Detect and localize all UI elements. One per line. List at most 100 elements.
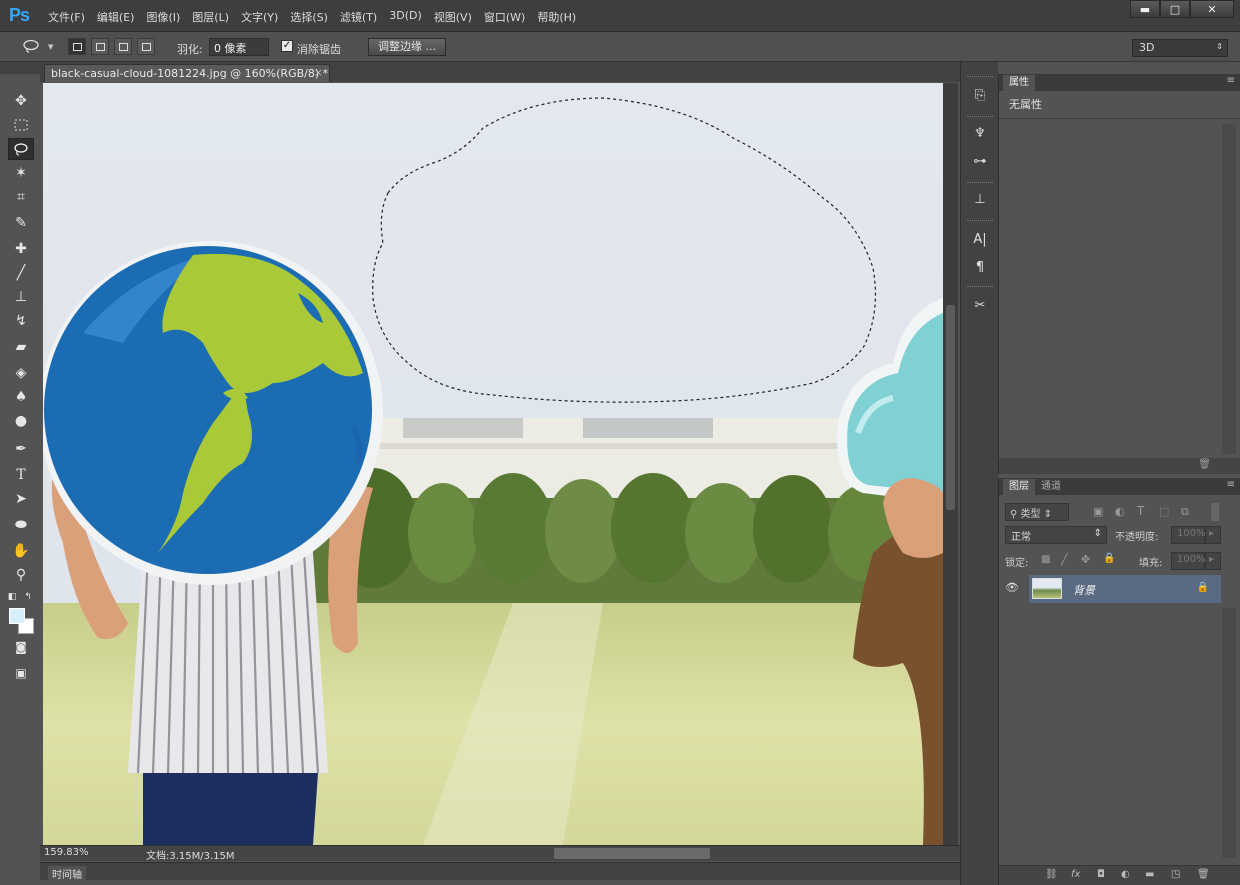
dodge-tool-icon[interactable]: ● <box>8 410 34 432</box>
menu-view[interactable]: 视图(V) <box>434 9 472 25</box>
menu-select[interactable]: 选择(S) <box>290 9 328 25</box>
link-layers-icon[interactable]: ⛓ <box>1045 869 1058 880</box>
menu-image[interactable]: 图像(I) <box>146 9 180 25</box>
marquee-tool-icon[interactable] <box>8 114 34 136</box>
subtract-selection-button[interactable] <box>114 38 132 55</box>
document-tab[interactable]: black-casual-cloud-1081224.jpg @ 160%(RG… <box>44 64 330 82</box>
new-adjustment-layer-icon[interactable]: ◐ <box>1121 869 1130 880</box>
hand-tool-icon[interactable]: ✋ <box>8 540 34 562</box>
filter-pixel-icon[interactable]: ▣ <box>1093 505 1103 518</box>
eyedropper-tool-icon[interactable]: ✎ <box>8 212 34 234</box>
menu-edit[interactable]: 编辑(E) <box>97 9 135 25</box>
antialias-checkbox[interactable]: ✓ <box>281 40 293 52</box>
add-mask-icon[interactable]: ◘ <box>1097 869 1105 880</box>
lock-all-icon[interactable]: 🔒 <box>1103 553 1115 564</box>
tab-layers[interactable]: 图层 <box>1003 479 1035 495</box>
opacity-input[interactable]: 100% <box>1171 526 1206 544</box>
add-selection-button[interactable] <box>91 38 109 55</box>
layer-style-fx-icon[interactable]: fx <box>1071 869 1080 880</box>
menu-file[interactable]: 文件(F) <box>48 9 85 25</box>
history-panel-icon[interactable]: ⎘ <box>967 84 993 106</box>
properties-scrollbar[interactable] <box>1222 124 1236 454</box>
filter-smart-object-icon[interactable]: ⧉ <box>1181 505 1189 519</box>
delete-layer-icon[interactable]: 🗑 <box>1197 869 1210 880</box>
ellipse-tool-icon[interactable]: ⬬ <box>8 514 34 536</box>
pen-tool-icon[interactable]: ✒ <box>8 438 34 460</box>
filter-adjustment-icon[interactable]: ◐ <box>1115 505 1125 518</box>
intersect-selection-button[interactable] <box>137 38 155 55</box>
new-group-icon[interactable]: ▬ <box>1145 869 1154 880</box>
maximize-button[interactable]: □ <box>1160 0 1190 18</box>
layers-scrollbar[interactable] <box>1222 608 1236 858</box>
minimize-button[interactable]: ▬ <box>1130 0 1160 18</box>
document-canvas[interactable] <box>43 83 943 845</box>
screen-mode-icon[interactable]: ▣ <box>8 662 34 684</box>
move-tool-icon[interactable]: ✥ <box>8 90 34 112</box>
filter-shape-icon[interactable]: ⬚ <box>1159 505 1169 518</box>
layer-visibility-eye-icon[interactable]: 👁 <box>1005 581 1021 595</box>
layer-row-background[interactable]: 背景 🔒 <box>1029 575 1221 603</box>
filter-type-icon[interactable]: T <box>1137 504 1144 518</box>
tab-channels[interactable]: 通道 <box>1035 479 1067 495</box>
brush-tool-icon[interactable]: ╱ <box>8 262 34 284</box>
menu-window[interactable]: 窗口(W) <box>484 9 525 25</box>
close-tab-icon[interactable]: × <box>314 66 323 79</box>
paragraph-panel-icon[interactable]: ¶ <box>967 256 993 278</box>
layers-panel-menu-icon[interactable]: ≡ <box>1227 479 1235 490</box>
menu-layer[interactable]: 图层(L) <box>192 9 229 25</box>
adjustments-icon[interactable]: ⊶ <box>967 150 993 172</box>
healing-tool-icon[interactable]: ✚ <box>8 238 34 260</box>
menu-3d[interactable]: 3D(D) <box>389 9 422 25</box>
character-panel-icon[interactable]: A| <box>967 228 993 250</box>
zoom-level[interactable]: 159.83% <box>44 847 89 858</box>
brush-presets-icon[interactable]: ♆ <box>967 122 993 144</box>
lock-pixels-icon[interactable]: ╱ <box>1061 553 1068 566</box>
magic-wand-tool-icon[interactable]: ✶ <box>8 162 34 184</box>
timeline-tab[interactable]: 时间轴 <box>48 866 86 881</box>
lasso-tool-icon[interactable] <box>8 138 34 160</box>
tool-presets-icon[interactable]: ✂ <box>967 294 993 316</box>
panel-menu-icon[interactable]: ≡ <box>1227 75 1235 86</box>
color-swatches[interactable] <box>6 606 34 634</box>
fill-input[interactable]: 100% <box>1171 552 1206 570</box>
zoom-tool-icon[interactable]: ⚲ <box>8 564 34 586</box>
filter-toggle[interactable] <box>1211 503 1219 521</box>
menu-filter[interactable]: 滤镜(T) <box>340 9 377 25</box>
close-window-button[interactable]: ✕ <box>1190 0 1234 18</box>
layer-name[interactable]: 背景 <box>1073 582 1095 598</box>
menu-help[interactable]: 帮助(H) <box>537 9 576 25</box>
canvas-vertical-scrollbar[interactable] <box>943 83 958 845</box>
new-layer-icon[interactable]: ◳ <box>1171 869 1180 880</box>
new-selection-button[interactable] <box>68 38 86 55</box>
crop-tool-icon[interactable]: ⌗ <box>8 186 34 208</box>
type-tool-icon[interactable]: T <box>8 464 34 486</box>
swap-colors-icon[interactable]: ↰ <box>22 586 34 608</box>
clone-source-icon[interactable]: ⊥ <box>967 188 993 210</box>
preset-dropdown-icon[interactable]: ▼ <box>48 43 53 51</box>
quick-mask-icon[interactable]: ◙ <box>8 636 34 658</box>
trash-icon[interactable]: 🗑 <box>1198 459 1211 470</box>
path-select-tool-icon[interactable]: ➤ <box>8 488 34 510</box>
blur-tool-icon[interactable]: ♠ <box>8 386 34 408</box>
fill-arrow-icon[interactable]: ▸ <box>1205 552 1221 570</box>
eraser-tool-icon[interactable]: ▰ <box>8 336 34 358</box>
blend-mode-select[interactable]: 正常 ⇕ <box>1005 526 1107 544</box>
opacity-arrow-icon[interactable]: ▸ <box>1205 526 1221 544</box>
toolbox-header[interactable] <box>0 62 40 74</box>
feather-input[interactable]: 0 像素 <box>209 38 269 56</box>
workspace-select[interactable]: 3D ⇕ <box>1132 39 1228 57</box>
lock-position-icon[interactable]: ✥ <box>1081 553 1090 566</box>
vertical-scroll-thumb[interactable] <box>946 305 955 510</box>
lasso-preset-icon[interactable] <box>22 39 40 53</box>
refine-edge-button[interactable]: 调整边缘 ... <box>368 38 446 56</box>
paint-bucket-tool-icon[interactable]: ◈ <box>8 362 34 384</box>
lock-transparent-icon[interactable]: ▩ <box>1041 554 1050 565</box>
tab-properties[interactable]: 属性 <box>1003 75 1035 91</box>
clone-stamp-tool-icon[interactable]: ⊥ <box>8 286 34 308</box>
horizontal-scroll-thumb[interactable] <box>554 848 710 859</box>
default-colors-icon[interactable]: ◧ <box>6 586 18 608</box>
history-brush-tool-icon[interactable]: ↯ <box>8 310 34 332</box>
layer-filter-select[interactable]: ⚲ 类型 ⇕ <box>1005 503 1069 521</box>
menu-type[interactable]: 文字(Y) <box>241 9 278 25</box>
foreground-color-swatch[interactable] <box>9 608 25 624</box>
